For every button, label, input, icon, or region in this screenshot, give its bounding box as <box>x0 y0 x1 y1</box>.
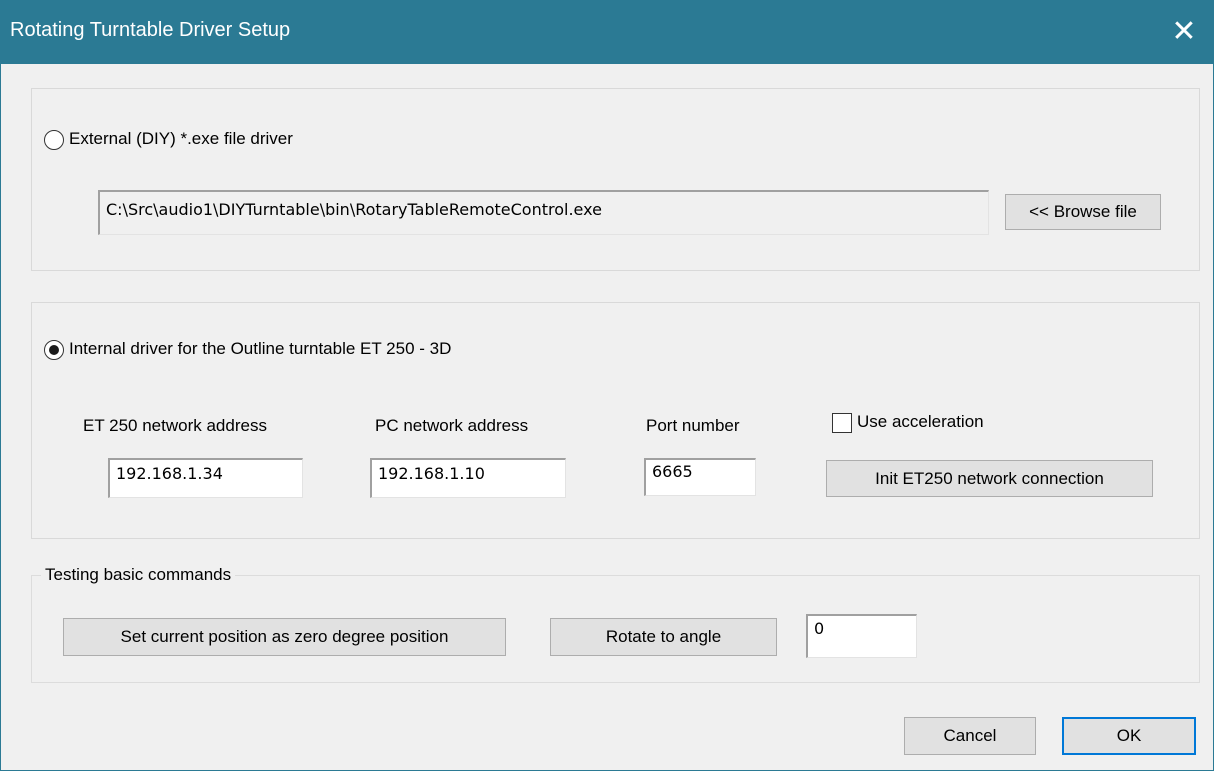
radio-selected-dot <box>49 345 59 355</box>
port-number-label: Port number <box>646 416 740 435</box>
et250-address-label: ET 250 network address <box>83 416 267 435</box>
use-acceleration-label[interactable]: Use acceleration <box>857 412 984 432</box>
port-number-field[interactable]: 6665 <box>644 458 756 496</box>
ok-button[interactable]: OK <box>1062 717 1196 755</box>
close-icon[interactable]: ✕ <box>1158 6 1210 58</box>
browse-file-button[interactable]: << Browse file <box>1005 194 1161 230</box>
dialog-client-area: External (DIY) *.exe file driver C:\Src\… <box>1 64 1213 770</box>
pc-address-label: PC network address <box>375 416 529 435</box>
dialog-window: Rotating Turntable Driver Setup ✕ Extern… <box>0 0 1214 771</box>
radio-unselected-icon[interactable] <box>44 130 64 150</box>
checkbox-icon[interactable] <box>832 413 852 433</box>
et250-address-field[interactable]: 192.168.1.34 <box>108 458 303 498</box>
testing-groupbox-caption: Testing basic commands <box>41 565 236 585</box>
title-bar[interactable]: Rotating Turntable Driver Setup ✕ <box>0 0 1214 64</box>
radio-selected-icon[interactable] <box>44 340 64 360</box>
external-driver-panel <box>31 88 1200 271</box>
set-zero-position-button[interactable]: Set current position as zero degree posi… <box>63 618 506 656</box>
rotate-to-angle-button[interactable]: Rotate to angle <box>550 618 777 656</box>
external-driver-radio-label[interactable]: External (DIY) *.exe file driver <box>69 129 293 149</box>
internal-driver-radio-label[interactable]: Internal driver for the Outline turntabl… <box>69 339 451 359</box>
pc-address-field[interactable]: 192.168.1.10 <box>370 458 566 498</box>
external-exe-path-field[interactable]: C:\Src\audio1\DIYTurntable\bin\RotaryTab… <box>98 190 989 235</box>
rotate-angle-field[interactable]: 0 <box>806 614 917 658</box>
window-title: Rotating Turntable Driver Setup <box>10 19 291 41</box>
init-network-button[interactable]: Init ET250 network connection <box>826 460 1153 497</box>
cancel-button[interactable]: Cancel <box>904 717 1036 755</box>
